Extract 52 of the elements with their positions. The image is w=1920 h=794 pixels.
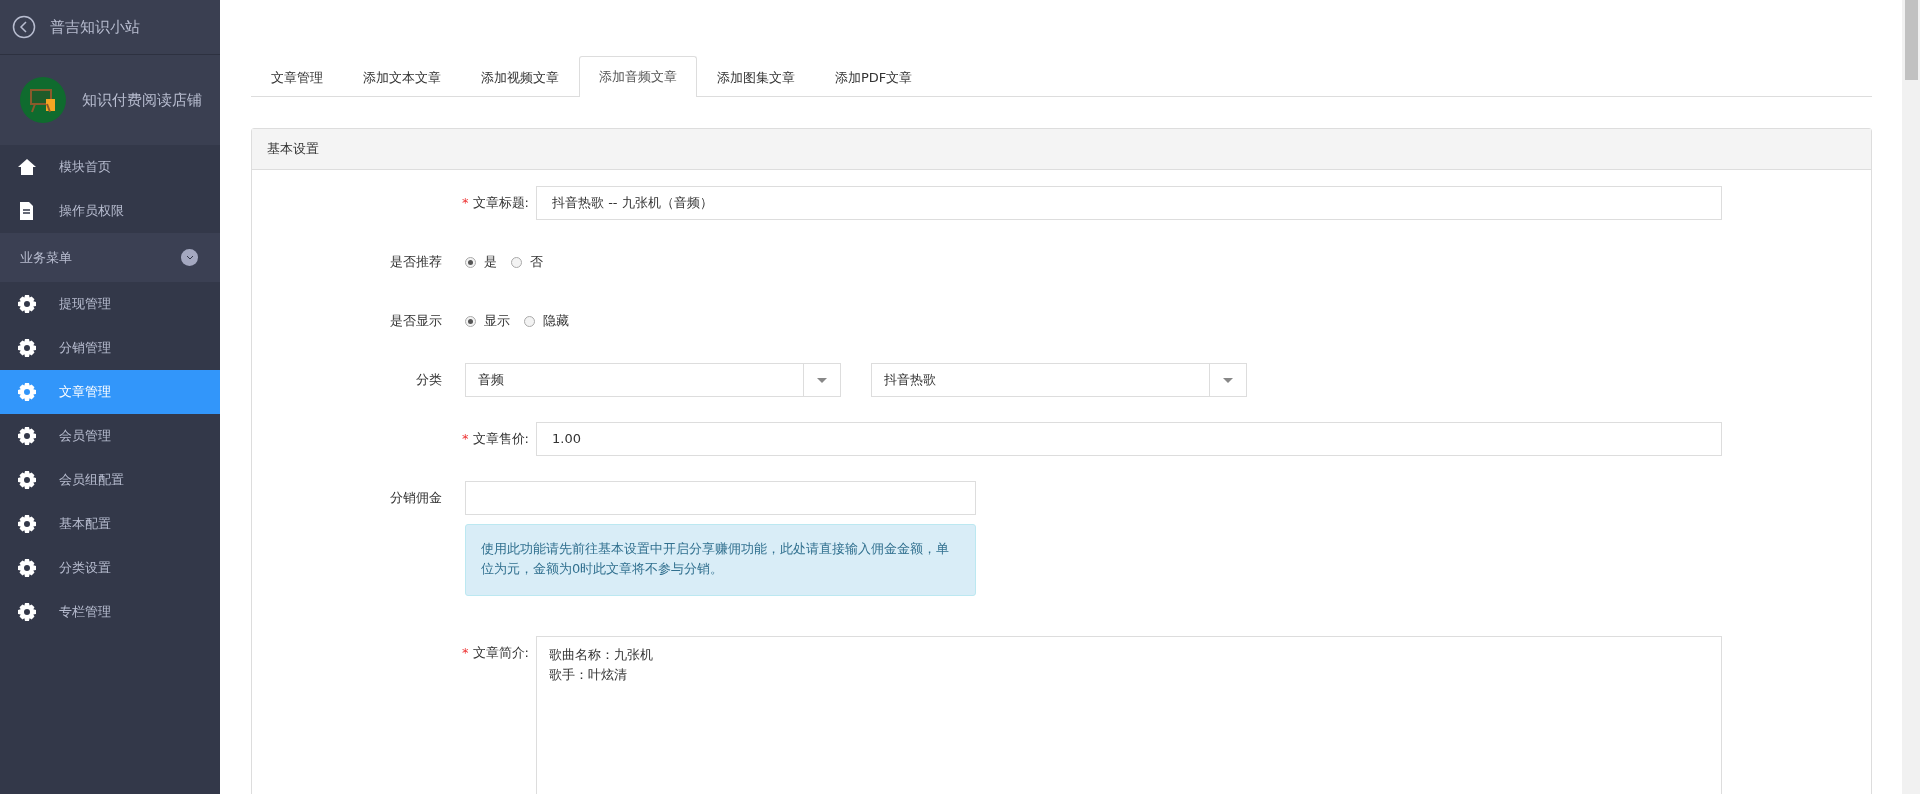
tab[interactable]: 添加文本文章 — [343, 57, 461, 97]
gear-icon — [17, 382, 37, 402]
field-label: * 文章售价: — [461, 430, 529, 448]
caret-icon — [1223, 377, 1233, 383]
chevron-down-icon[interactable] — [181, 249, 198, 266]
field-label: 是否推荐 — [389, 253, 442, 271]
field-label: 分类 — [415, 371, 442, 389]
site-title: 普吉知识小站 — [50, 17, 140, 37]
summary-textarea[interactable]: 歌曲名称：九张机 歌手：叶炫清 — [536, 636, 1722, 794]
select-dropdown[interactable]: 音频 — [465, 363, 841, 397]
gear-icon — [17, 602, 37, 622]
shop-logo — [20, 77, 66, 123]
radio-option[interactable]: 否 — [511, 253, 543, 271]
radio-option[interactable]: 隐藏 — [524, 312, 569, 330]
sidebar-item[interactable]: 分类设置 — [0, 546, 220, 590]
tab[interactable]: 添加视频文章 — [461, 57, 579, 97]
sidebar-item[interactable]: 会员管理 — [0, 414, 220, 458]
text-input[interactable]: 1.00 — [536, 422, 1722, 456]
text-input[interactable]: 抖音热歌 -- 九张机（音频） — [536, 186, 1722, 220]
select-dropdown[interactable]: 抖音热歌 — [871, 363, 1247, 397]
gear-icon — [17, 426, 37, 446]
sidebar-item[interactable]: 操作员权限 — [0, 189, 220, 233]
radio-option[interactable]: 显示 — [465, 312, 510, 330]
tab[interactable]: 添加音频文章 — [579, 56, 697, 97]
field-label: * 文章简介: — [461, 644, 529, 662]
tab[interactable]: 文章管理 — [251, 57, 343, 97]
sidebar-item[interactable]: 会员组配置 — [0, 458, 220, 502]
tab[interactable]: 添加图集文章 — [697, 57, 815, 97]
scrollbar[interactable] — [1902, 0, 1920, 794]
gear-icon — [17, 294, 37, 314]
section-label: 业务菜单 — [20, 248, 72, 267]
sidebar-item[interactable]: 模块首页 — [0, 145, 220, 189]
shop-name: 知识付费阅读店铺 — [82, 90, 202, 110]
gear-icon — [17, 338, 37, 358]
info-note: 使用此功能请先前往基本设置中开启分享赚佣功能，此处请直接输入佣金金额，单位为元，金额为0时此文章将不参与分销。 — [465, 524, 976, 596]
field-label: 分销佣金 — [389, 489, 442, 507]
caret-icon — [817, 377, 827, 383]
gear-icon — [17, 558, 37, 578]
gear-icon — [17, 470, 37, 490]
sidebar-item[interactable]: 提现管理 — [0, 282, 220, 326]
sidebar-item[interactable]: 基本配置 — [0, 502, 220, 546]
commission-input[interactable] — [465, 481, 976, 515]
field-label: 是否显示 — [389, 312, 442, 330]
sidebar-item[interactable]: 专栏管理 — [0, 590, 220, 634]
gear-icon — [17, 514, 37, 534]
back-icon[interactable] — [12, 15, 36, 39]
tab[interactable]: 添加PDF文章 — [815, 57, 933, 97]
radio-option[interactable]: 是 — [465, 253, 497, 271]
home-icon — [17, 157, 37, 177]
sidebar-item[interactable]: 分销管理 — [0, 326, 220, 370]
field-label: * 文章标题: — [461, 194, 529, 212]
panel-title: 基本设置 — [252, 129, 1871, 170]
